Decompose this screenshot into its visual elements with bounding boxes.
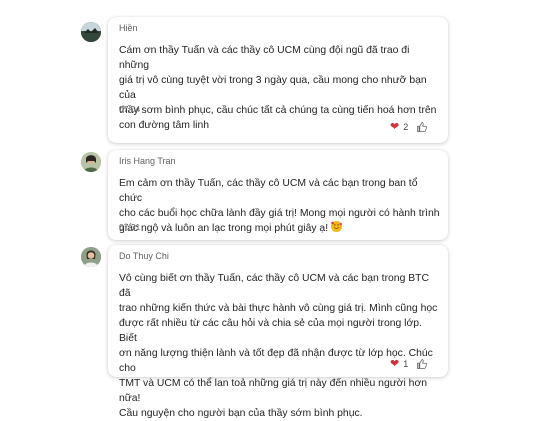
- message-text: Vô cùng biết ơn thầy Tuấn, các thầy cô U…: [119, 271, 441, 421]
- message-line: TMT và UCM có thể lan toả những giá trị …: [119, 378, 428, 404]
- author-name: Hiền: [119, 23, 138, 33]
- thumbs-up-icon[interactable]: [416, 358, 428, 370]
- message-line: Cầu nguyện cho người bạn của thầy sớm bì…: [119, 408, 363, 419]
- reaction-count: 1: [403, 359, 409, 369]
- message-line: Cám ơn thầy Tuấn và các thầy cô UCM cùng…: [119, 45, 410, 71]
- message-line: Em cảm ơn thầy Tuấn, các thầy cô UCM và …: [119, 178, 418, 204]
- avatar[interactable]: [81, 152, 101, 172]
- message-line: được rất nhiều từ các câu hỏi và chia sẻ…: [119, 318, 422, 344]
- message-line-text: giác ngộ và luôn an lạc trong mọi phút g…: [119, 223, 329, 234]
- reactions[interactable]: ❤ 1: [390, 358, 428, 370]
- avatar[interactable]: [81, 22, 101, 42]
- message-text: Cám ơn thầy Tuấn và các thầy cô UCM cùng…: [119, 43, 441, 133]
- message-line: trao những kiến thức và bài thực hành vô…: [119, 303, 438, 314]
- reactions[interactable]: ❤ 2: [390, 121, 428, 133]
- reaction-count: 2: [403, 122, 409, 132]
- thumbs-up-icon[interactable]: [416, 121, 428, 133]
- message-line: Vô cùng biết ơn thầy Tuấn, các thầy cô U…: [119, 273, 430, 299]
- message-bubble[interactable]: Do Thuy Chi Vô cùng biết ơn thầy Tuấn, c…: [108, 245, 448, 419]
- avatar[interactable]: [81, 247, 101, 267]
- timestamp: 07:31: [119, 222, 141, 232]
- message-line: thầy sơm bình phục, cầu chúc tất cả chún…: [119, 105, 437, 116]
- timestamp: 07:04: [119, 104, 141, 114]
- message-line: giác ngộ và luôn an lạc trong mọi phút g…: [119, 221, 441, 236]
- message-bubble[interactable]: Iris Hang Tran Em cảm ơn thầy Tuấn, các …: [108, 150, 448, 240]
- message-line: giá trị vô cùng tuyệt vời trong 3 ngày q…: [119, 75, 427, 101]
- heart-icon[interactable]: ❤: [390, 358, 399, 370]
- message-text: Em cảm ơn thầy Tuấn, các thầy cô UCM và …: [119, 176, 441, 236]
- message-line: cho các buổi học chữa lành đầy giá trị! …: [119, 208, 440, 219]
- author-name: Iris Hang Tran: [119, 156, 176, 166]
- message-bubble[interactable]: Hiền Cám ơn thầy Tuấn và các thầy cô UCM…: [108, 17, 448, 143]
- author-name: Do Thuy Chi: [119, 251, 169, 261]
- heart-icon[interactable]: ❤: [390, 121, 399, 133]
- smiling-face-with-hearts-emoji: [331, 221, 342, 232]
